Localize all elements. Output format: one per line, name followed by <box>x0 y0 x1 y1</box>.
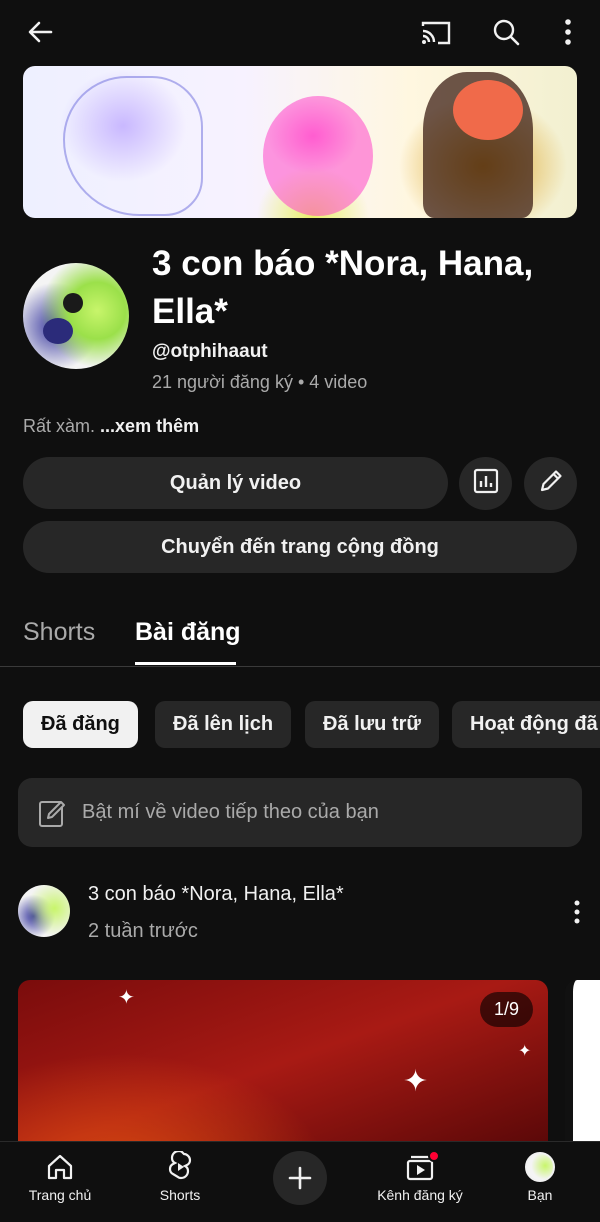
sparkle-decoration: ✦ <box>518 1043 532 1060</box>
nav-label: Trang chủ <box>28 1187 92 1203</box>
avatar-art <box>63 293 83 313</box>
analytics-button[interactable] <box>459 457 512 510</box>
see-more-link[interactable]: ...xem thêm <box>100 416 199 436</box>
banner-art <box>263 96 373 216</box>
avatar-art <box>43 318 73 344</box>
tab-posts[interactable]: Bài đăng <box>135 618 241 647</box>
image-counter: 1/9 <box>480 992 533 1027</box>
search-icon[interactable] <box>488 14 524 50</box>
post-image[interactable]: ✦ ✦ ✦ <box>18 980 548 1145</box>
chip-scheduled[interactable]: Đã lên lịch <box>155 701 292 748</box>
back-arrow-icon[interactable] <box>22 14 58 50</box>
nav-shorts[interactable]: Shorts <box>140 1142 220 1222</box>
post-author-name[interactable]: 3 con báo *Nora, Hana, Ella* <box>88 883 344 906</box>
channel-avatar[interactable] <box>23 263 129 369</box>
pencil-icon <box>538 468 564 500</box>
chip-published[interactable]: Đã đăng <box>23 701 138 748</box>
nav-label: Shorts <box>159 1187 201 1203</box>
nav-label: Kênh đăng ký <box>377 1187 463 1203</box>
channel-handle: @otphihaaut <box>152 341 268 362</box>
bottom-navigation: Trang chủ Shorts Kênh đăng ký Bạn <box>0 1141 600 1222</box>
analytics-icon <box>473 468 499 500</box>
top-app-bar <box>0 0 600 64</box>
next-post-image-peek[interactable] <box>565 980 600 1145</box>
chip-archived[interactable]: Đã lưu trữ <box>305 701 439 748</box>
post-composer[interactable]: Bật mí về video tiếp theo của bạn <box>18 778 582 847</box>
channel-name: 3 con báo *Nora, Hana, Ella* <box>152 244 534 331</box>
add-icon <box>273 1151 327 1205</box>
banner-art <box>453 80 523 140</box>
active-tab-indicator <box>135 662 236 665</box>
sparkle-decoration: ✦ <box>403 1065 429 1098</box>
channel-stats: 21 người đăng ký • 4 video <box>152 372 368 392</box>
avatar <box>525 1152 555 1182</box>
edit-channel-button[interactable] <box>524 457 577 510</box>
go-to-community-button[interactable]: Chuyển đến trang cộng đồng <box>23 521 577 573</box>
more-vert-icon[interactable] <box>550 14 586 50</box>
you-avatar <box>524 1151 556 1183</box>
channel-tabs: Shorts Bài đăng <box>0 600 600 667</box>
post-author-avatar[interactable] <box>18 885 70 937</box>
banner-art <box>63 76 203 216</box>
compose-icon <box>38 798 68 828</box>
composer-placeholder: Bật mí về video tiếp theo của bạn <box>82 801 379 823</box>
post-more-icon[interactable] <box>562 897 592 927</box>
manage-videos-button[interactable]: Quản lý video <box>23 457 448 509</box>
shorts-icon <box>164 1151 196 1183</box>
cast-icon[interactable] <box>418 14 454 50</box>
nav-you[interactable]: Bạn <box>510 1142 570 1222</box>
nav-home[interactable]: Trang chủ <box>20 1142 100 1222</box>
nav-create-button[interactable] <box>273 1142 327 1222</box>
sparkle-decoration: ✦ <box>118 987 135 1009</box>
description-text: Rất xàm. <box>23 416 96 436</box>
nav-label: Bạn <box>527 1187 553 1203</box>
channel-banner <box>23 66 577 218</box>
subscriptions-icon <box>404 1150 440 1183</box>
nav-subscriptions[interactable]: Kênh đăng ký <box>370 1142 470 1222</box>
home-icon <box>44 1151 76 1183</box>
channel-description[interactable]: Rất xàm. ...xem thêm <box>23 416 199 437</box>
post-timestamp: 2 tuần trước <box>88 920 198 942</box>
notification-dot <box>428 1150 440 1162</box>
tab-shorts[interactable]: Shorts <box>23 618 95 647</box>
chip-activity[interactable]: Hoạt động đã <box>452 701 600 748</box>
